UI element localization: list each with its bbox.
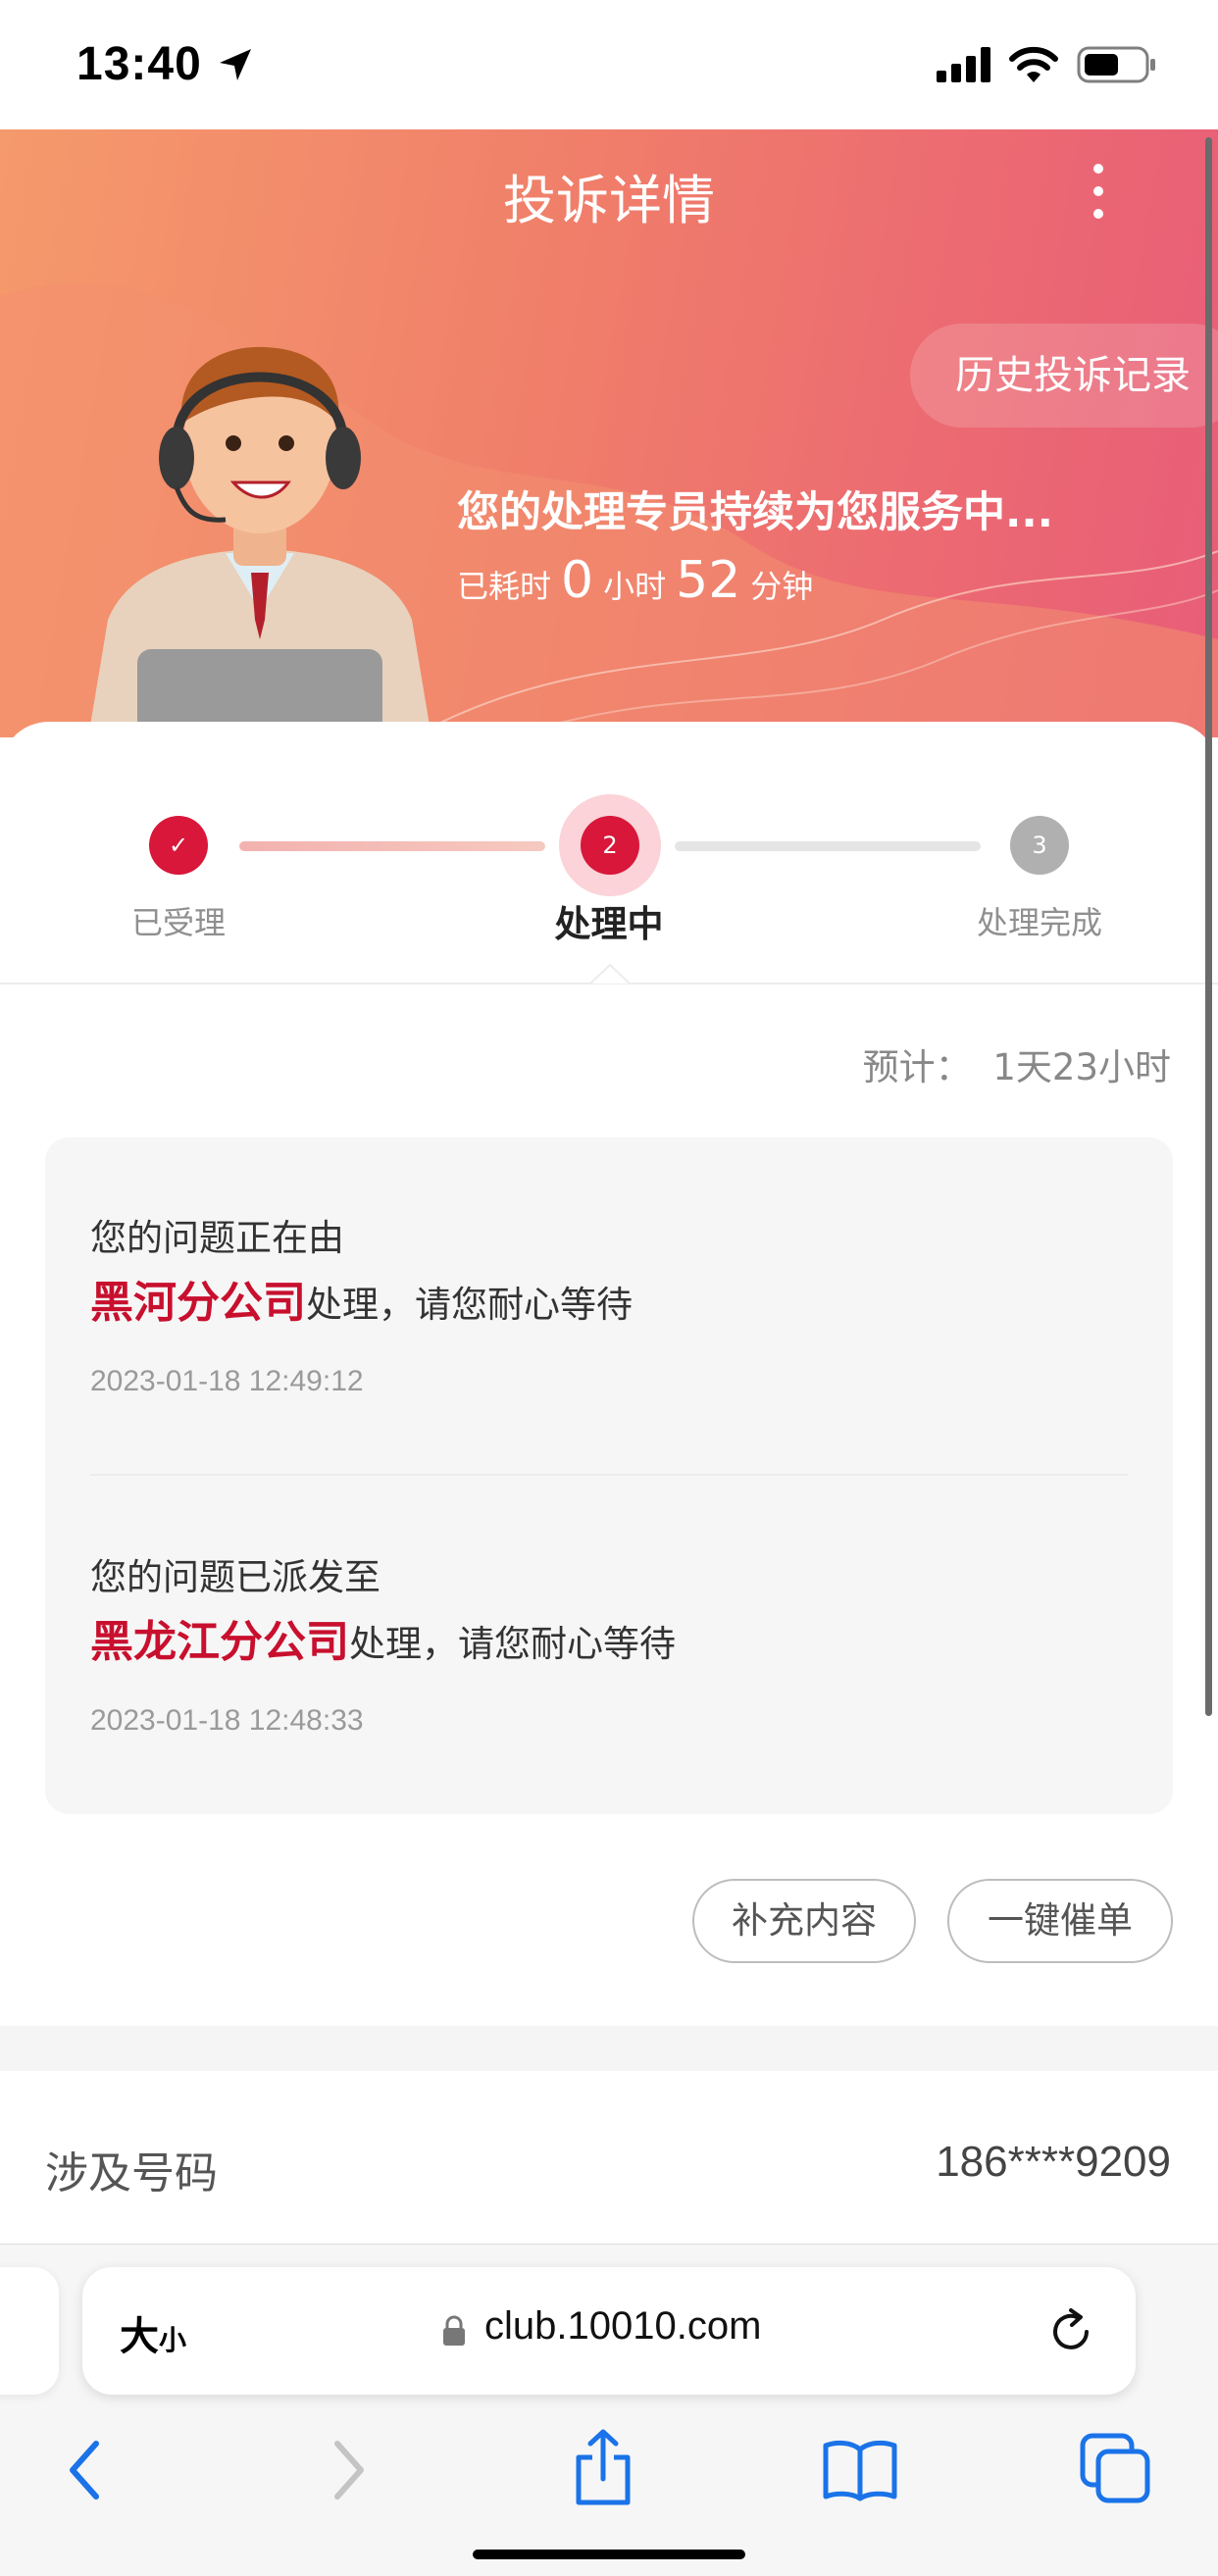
history-complaints-button[interactable]: 历史投诉记录 <box>910 324 1218 428</box>
text-size-small: 小 <box>159 2324 187 2356</box>
tabs-icon[interactable] <box>1079 2432 1151 2504</box>
step-3-dot: 3 <box>1010 816 1069 875</box>
involved-number-label: 涉及号码 <box>45 2148 218 2198</box>
elapsed-time: 已耗时 0 小时 52 分钟 <box>457 551 813 610</box>
eta: 预计： 1天23小时 <box>863 1037 1171 1090</box>
supplement-content-button[interactable]: 补充内容 <box>692 1879 916 1963</box>
step-1-label: 已受理 <box>130 904 226 941</box>
elapsed-minutes: 52 <box>676 551 741 610</box>
eta-label: 预计： <box>862 1046 972 1088</box>
forward-icon[interactable] <box>324 2436 373 2504</box>
page-title: 投诉详情 <box>503 170 715 231</box>
elapsed-hours: 0 <box>561 551 594 610</box>
timeline-divider <box>90 1474 1128 1476</box>
scrollbar[interactable] <box>1205 137 1212 1716</box>
reload-icon[interactable] <box>1043 2304 1098 2359</box>
home-indicator <box>473 2550 745 2559</box>
status-bar: 13:40 <box>0 0 1218 129</box>
text-size-button[interactable]: 大小 <box>120 2304 186 2361</box>
active-step-pointer <box>590 963 630 985</box>
eta-value: 1天23小时 <box>992 1046 1171 1088</box>
timeline-1-suffix: 处理，请您耐心等待 <box>306 1284 633 1326</box>
customer-service-agent-illustration <box>88 346 431 737</box>
step-1-dot: ✓ <box>149 816 208 875</box>
timeline-2-line1: 您的问题已派发至 <box>90 1556 381 1598</box>
more-options-icon[interactable] <box>1069 157 1128 226</box>
share-icon[interactable] <box>571 2428 635 2508</box>
lock-icon <box>443 2315 465 2346</box>
timeline-2-org: 黑龙江分公司 <box>90 1617 349 1667</box>
progress-line-pending <box>675 841 981 851</box>
timeline-2-line2: 黑龙江分公司处理，请您耐心等待 <box>90 1606 676 1669</box>
timeline-1-time: 2023-01-18 12:49:12 <box>90 1365 364 1397</box>
bookmarks-icon[interactable] <box>822 2438 898 2502</box>
timeline-2-time: 2023-01-18 12:48:33 <box>90 1704 364 1737</box>
elapsed-prefix: 已耗时 <box>457 568 552 605</box>
step-2-dot: 2 <box>581 816 639 875</box>
status-time: 13:40 <box>76 38 202 90</box>
text-size-big: 大 <box>120 2314 159 2359</box>
urge-order-button[interactable]: 一键催单 <box>947 1879 1173 1963</box>
step-2-label: 处理中 <box>554 903 664 945</box>
involved-number-value: 186****9209 <box>936 2138 1171 2186</box>
battery-icon <box>1077 46 1155 83</box>
section-gap <box>0 2026 1218 2071</box>
timeline-1-line2: 黑河分公司处理，请您耐心等待 <box>90 1267 633 1330</box>
progress-line-done <box>239 841 545 851</box>
timeline-2-suffix: 处理，请您耐心等待 <box>349 1623 676 1665</box>
wifi-icon <box>1009 46 1058 82</box>
back-icon[interactable] <box>61 2436 110 2504</box>
timeline-1-line1: 您的问题正在由 <box>90 1217 344 1259</box>
elapsed-hours-unit: 小时 <box>603 568 667 605</box>
location-arrow-icon <box>220 49 251 80</box>
step-3-label: 处理完成 <box>976 904 1102 941</box>
elapsed-minutes-unit: 分钟 <box>750 568 814 605</box>
url-text[interactable]: club.10010.com <box>484 2304 761 2349</box>
previous-tab-peek[interactable] <box>0 2267 59 2395</box>
service-message: 您的处理专员持续为您服务中... <box>457 488 1054 537</box>
timeline-1-org: 黑河分公司 <box>90 1278 306 1328</box>
cellular-signal-icon <box>937 47 990 82</box>
